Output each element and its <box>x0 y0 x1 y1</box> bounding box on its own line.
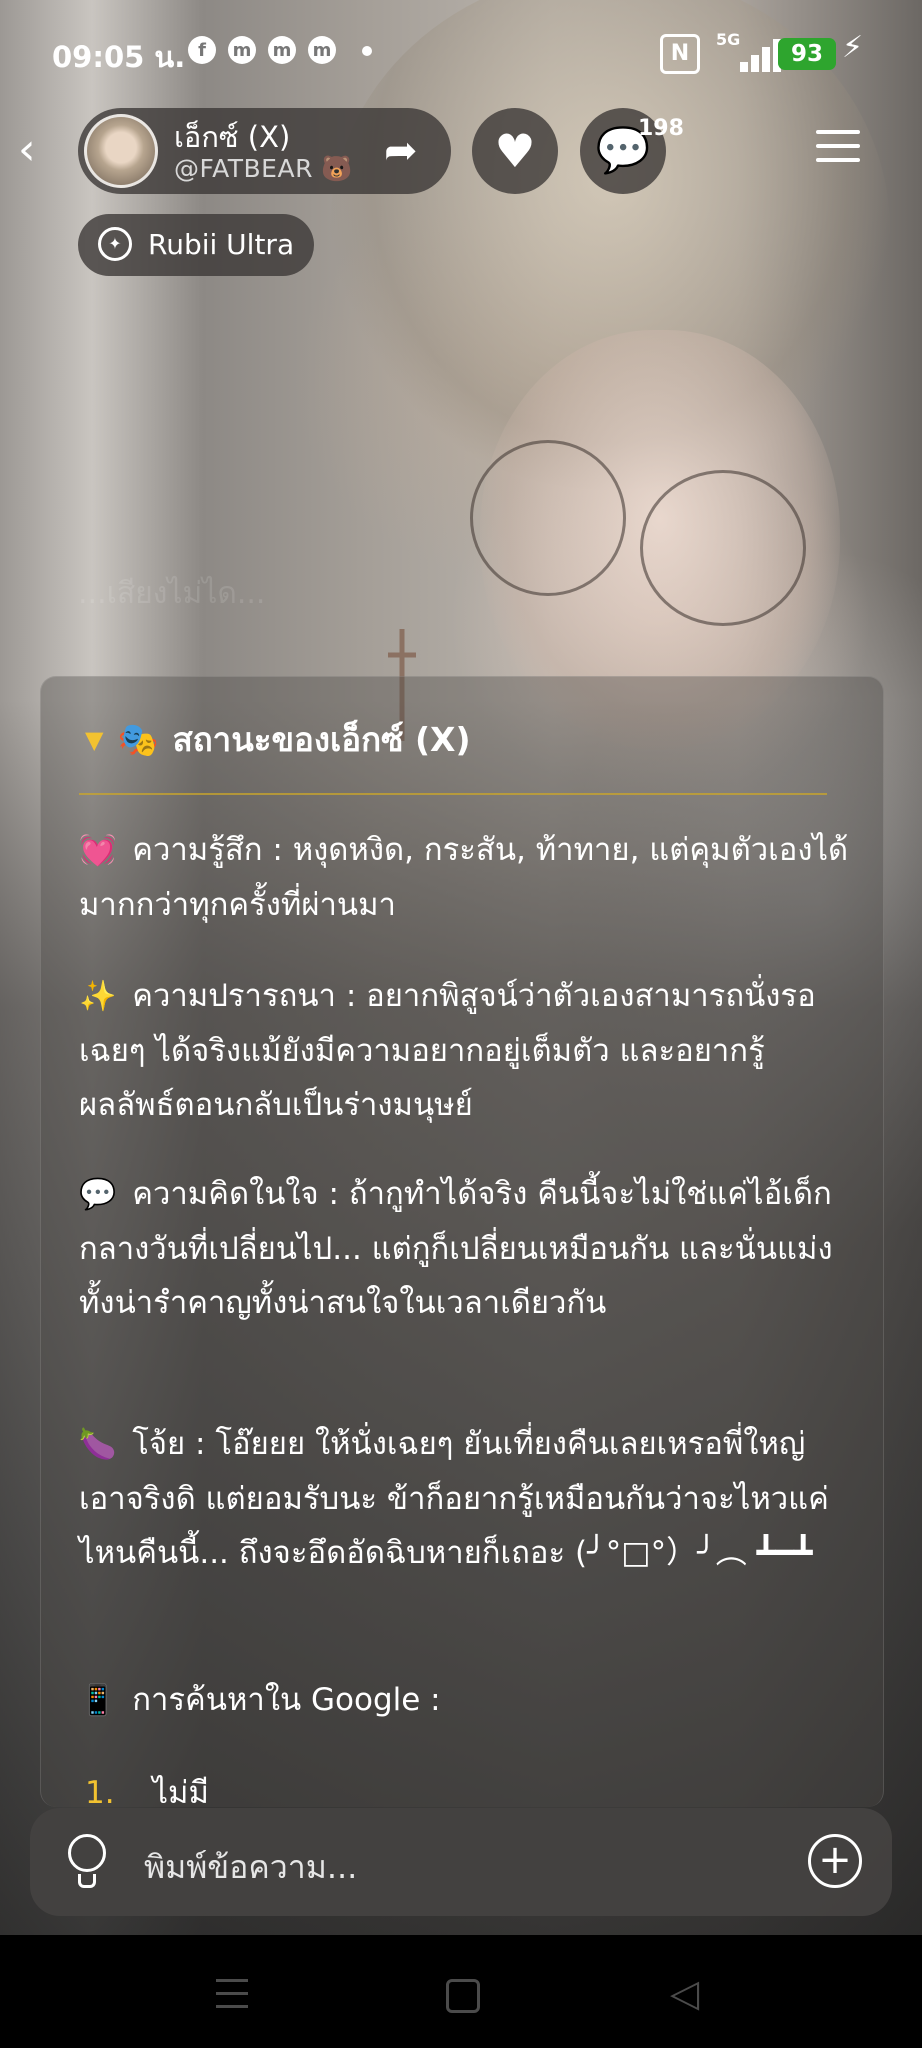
list-text: ไม่มี <box>152 1775 209 1807</box>
sparkles-icon: ✨ <box>79 979 117 1014</box>
signal-icon <box>736 38 784 72</box>
glasses-left-lens <box>470 440 626 596</box>
messenger-icon: m <box>268 36 296 64</box>
status-card-title: สถานะของเอ็กซ์ (X) <box>172 720 471 759</box>
divider <box>79 793 827 795</box>
menu-line <box>816 158 860 162</box>
system-back-button[interactable]: ◁ <box>670 1971 699 2015</box>
recent-apps-button[interactable] <box>216 1979 248 2009</box>
menu-button[interactable] <box>816 130 860 174</box>
faded-background-text: ...เสียงไม่ได... <box>78 576 266 611</box>
list-item: 1. ไม่มี <box>85 1767 209 1807</box>
menu-line <box>816 130 860 134</box>
status-bar: 09:05 น. f m m m N 5G 93 ⚡ <box>0 0 922 105</box>
share-icon[interactable]: ➦ <box>384 128 418 174</box>
model-name: Rubii Ultra <box>148 228 295 261</box>
glasses-right-lens <box>640 470 806 626</box>
google-search-label: การค้นหาใน Google : <box>132 1682 441 1718</box>
battery-level: 93 <box>778 38 836 70</box>
back-button[interactable]: ‹ <box>18 128 58 176</box>
chevron-left-icon: ‹ <box>18 124 36 175</box>
heart-icon: ♥ <box>494 124 536 178</box>
desire-section: ✨ ความปรารถนา : อยากพิสูจน์ว่าตัวเองสามา… <box>79 969 849 1132</box>
charging-icon: ⚡ <box>842 30 864 65</box>
thoughts-label: ความคิดในใจ : <box>132 1176 340 1212</box>
beating-heart-icon: 💓 <box>79 833 117 868</box>
character-status-card: ▼ 🎭 สถานะของเอ็กซ์ (X) 💓 ความรู้สึก : หง… <box>40 676 884 1807</box>
model-icon: ✦ <box>98 227 132 261</box>
feeling-section: 💓 ความรู้สึก : หงุดหงิด, กระสัน, ท้าทาย,… <box>79 823 849 932</box>
plus-icon: + <box>818 1837 852 1883</box>
thoughts-section: 💬 ความคิดในใจ : ถ้ากูทำได้จริง คืนนี้จะไ… <box>79 1167 849 1330</box>
more-notifications-dot <box>362 46 372 56</box>
comment-count: 198 <box>638 116 684 141</box>
feeling-label: ความรู้สึก : <box>132 832 283 868</box>
add-attachment-button[interactable]: + <box>808 1834 862 1888</box>
joy-label: โจ้ย : <box>132 1426 206 1462</box>
messenger-icon: m <box>228 36 256 64</box>
list-number: 1. <box>85 1775 115 1807</box>
status-card-header[interactable]: ▼ 🎭 สถานะของเอ็กซ์ (X) <box>85 713 471 766</box>
collapse-triangle-icon[interactable]: ▼ <box>85 726 103 754</box>
system-navigation-bar: ◁ <box>0 1935 922 2048</box>
desire-label: ความปรารถนา : <box>132 978 357 1014</box>
status-time: 09:05 น. <box>52 40 186 74</box>
google-search-section: 📱 การค้นหาใน Google : <box>79 1673 849 1728</box>
joy-section: 🍆 โจ้ย : โอ๊ยยย ให้นั่งเฉยๆ ยันเที่ยงคืน… <box>79 1417 849 1580</box>
eggplant-icon: 🍆 <box>79 1427 117 1462</box>
avatar[interactable] <box>84 114 158 188</box>
messenger-icon: m <box>308 36 336 64</box>
mobile-phone-icon: 📱 <box>79 1683 117 1718</box>
speech-bubble-icon: 💬 <box>79 1177 117 1212</box>
facebook-icon: f <box>188 36 216 64</box>
creator-handle[interactable]: @FATBEAR 🐻 <box>174 154 353 184</box>
home-button[interactable] <box>446 1979 480 2013</box>
message-input[interactable]: พิมพ์ข้อความ... <box>144 1842 357 1893</box>
notification-icons: f m m m <box>188 36 336 64</box>
nfc-icon: N <box>660 34 700 74</box>
like-button[interactable]: ♥ <box>472 108 558 194</box>
theater-mask-icon: 🎭 <box>117 719 159 759</box>
menu-line <box>816 144 860 148</box>
model-selector[interactable]: ✦ Rubii Ultra <box>78 214 314 276</box>
character-profile-pill[interactable]: เอ็กซ์ (X) @FATBEAR 🐻 ➦ <box>78 108 451 194</box>
message-input-bar: พิมพ์ข้อความ... + <box>30 1808 892 1916</box>
lightbulb-icon[interactable] <box>64 1834 110 1890</box>
